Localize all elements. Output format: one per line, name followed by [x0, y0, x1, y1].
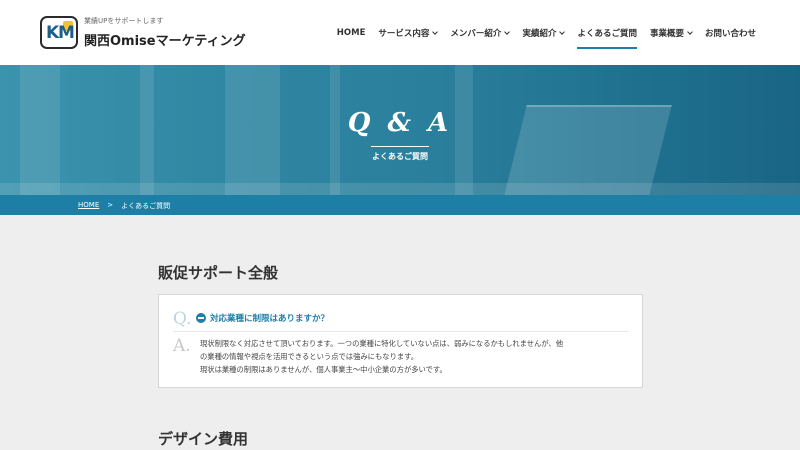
- nav-item-company[interactable]: 事業概要: [649, 26, 693, 40]
- breadcrumb-bar: HOME > よくあるご質問: [0, 195, 800, 215]
- nav-label: 事業概要: [649, 29, 684, 39]
- faq-item: Q. 対応業種に制限はありますか？ A. 現状制限なく対応させて頂いております。…: [158, 294, 643, 388]
- nav-label: お問い合わせ: [704, 29, 756, 39]
- answer-marker: A.: [173, 336, 191, 356]
- nav-label: メンバー紹介: [450, 29, 502, 39]
- question-marker: Q.: [173, 309, 192, 329]
- site-header: K M 業績UPをサポートします 関西Omiseマーケティング HOME サービ…: [0, 0, 800, 65]
- nav-label: サービス内容: [378, 29, 430, 39]
- answer-line: の業種の情報や視点を活用できるという点では強みにもなります。: [200, 352, 419, 361]
- chevron-down-icon: [687, 28, 693, 35]
- nav-item-members[interactable]: メンバー紹介: [450, 26, 511, 40]
- divider: [173, 331, 628, 332]
- nav-item-contact[interactable]: お問い合わせ: [705, 26, 756, 40]
- site-name[interactable]: 関西Omiseマーケティング: [84, 30, 246, 49]
- hero-banner: Q & A よくあるご質問: [0, 65, 800, 195]
- nav-item-faq[interactable]: よくあるご質問: [577, 26, 637, 49]
- section-title: 販促サポート全般: [158, 264, 279, 282]
- page-title: Q & A: [347, 108, 453, 138]
- nav-item-works[interactable]: 実績紹介: [522, 26, 566, 40]
- logo-letter-k: K: [46, 23, 59, 43]
- minus-circle-icon[interactable]: [196, 313, 206, 323]
- chevron-down-icon: [432, 28, 439, 35]
- breadcrumb: HOME > よくあるご質問: [78, 201, 170, 211]
- breadcrumb-current: よくあるご質問: [121, 202, 171, 210]
- nav-item-home[interactable]: HOME: [337, 26, 366, 40]
- site-tagline: 業績UPをサポートします: [84, 17, 164, 25]
- hero-bg-shape: [0, 183, 800, 195]
- chevron-down-icon: [559, 28, 566, 35]
- hero-divider: [371, 146, 429, 147]
- nav-label: 実績紹介: [522, 29, 557, 39]
- logo[interactable]: K M: [40, 16, 78, 49]
- main-nav: HOME サービス内容 メンバー紹介 実績紹介 よくあるご質問 事業概要 お問い…: [324, 26, 756, 49]
- logo-letter-m: M: [58, 23, 75, 43]
- chevron-down-icon: [504, 28, 511, 35]
- breadcrumb-home-link[interactable]: HOME: [78, 201, 99, 211]
- faq-answer: 現状制限なく対応させて頂いております。一つの業種に特化していない点は、弱みになる…: [200, 337, 563, 376]
- faq-question[interactable]: 対応業種に制限はありますか？: [210, 312, 329, 324]
- nav-item-services[interactable]: サービス内容: [378, 26, 439, 40]
- nav-label: HOME: [336, 28, 366, 38]
- answer-line: 現状は業種の制限はありませんが、個人事業主〜中小企業の方が多いです。: [200, 365, 447, 374]
- breadcrumb-separator: >: [107, 201, 114, 209]
- page-subtitle: よくあるご質問: [372, 152, 428, 161]
- nav-label: よくあるご質問: [577, 29, 637, 39]
- section-title: デザイン費用: [158, 430, 249, 448]
- answer-line: 現状制限なく対応させて頂いております。一つの業種に特化していない点は、弱みになる…: [200, 339, 564, 348]
